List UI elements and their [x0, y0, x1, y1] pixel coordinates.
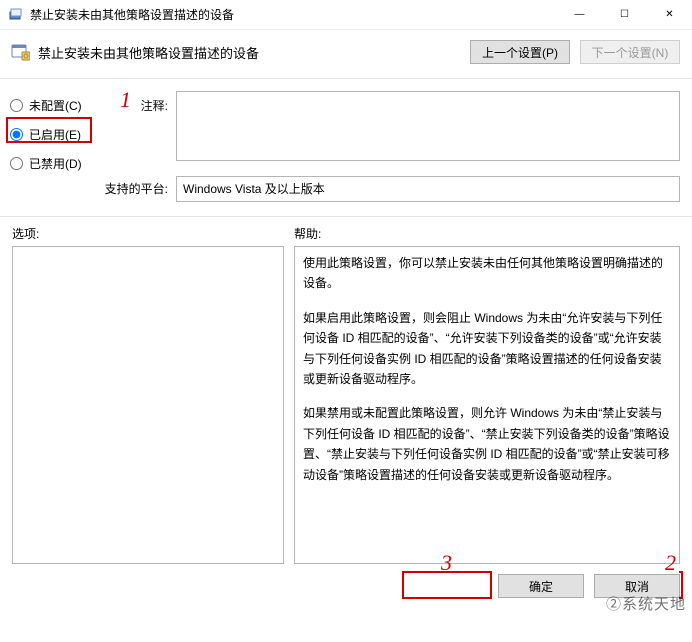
supported-platform-box: Windows Vista 及以上版本	[176, 176, 680, 202]
ok-button[interactable]: 确定	[498, 574, 584, 598]
radio-disabled[interactable]: 已禁用(D)	[10, 155, 100, 172]
comment-label-col: 注释:	[100, 91, 176, 172]
radio-not-configured-input[interactable]	[10, 99, 23, 112]
platform-row: 支持的平台: Windows Vista 及以上版本	[0, 174, 692, 208]
radio-not-configured[interactable]: 未配置(C)	[10, 97, 100, 114]
divider-2	[0, 216, 692, 217]
radio-disabled-input[interactable]	[10, 157, 23, 170]
maximize-button[interactable]: ☐	[602, 0, 647, 30]
options-label: 选项:	[12, 225, 294, 242]
radio-not-configured-label: 未配置(C)	[29, 97, 82, 114]
divider	[0, 78, 692, 79]
help-para: 如果启用此策略设置，则会阻止 Windows 为未由“允许安装与下列任何设备 I…	[303, 308, 671, 390]
radio-enabled-input[interactable]	[10, 128, 23, 141]
close-button[interactable]: ✕	[647, 0, 692, 30]
footer: 3 2 确定 取消	[0, 564, 692, 598]
comment-textarea[interactable]	[176, 91, 680, 161]
comment-label: 注释:	[100, 97, 168, 114]
panels: 使用此策略设置，你可以禁止安装未由任何其他策略设置明确描述的设备。 如果启用此策…	[0, 242, 692, 564]
options-panel[interactable]	[12, 246, 284, 564]
minimize-button[interactable]: —	[557, 0, 602, 30]
supported-label: 支持的平台:	[100, 176, 176, 197]
policy-icon	[10, 42, 30, 62]
help-para: 如果禁用或未配置此策略设置，则允许 Windows 为未由“禁止安装与下列任何设…	[303, 403, 671, 485]
panel-labels: 选项: 帮助:	[0, 225, 692, 242]
help-label: 帮助:	[294, 225, 321, 242]
annotation-box-3	[402, 571, 492, 599]
titlebar: 禁止安装未由其他策略设置描述的设备 — ☐ ✕	[0, 0, 692, 30]
app-icon	[8, 7, 24, 23]
prev-setting-button[interactable]: 上一个设置(P)	[470, 40, 570, 64]
radio-enabled[interactable]: 已启用(E)	[10, 126, 100, 143]
window-title: 禁止安装未由其他策略设置描述的设备	[30, 6, 557, 23]
header-row: 禁止安装未由其他策略设置描述的设备 上一个设置(P) 下一个设置(N)	[0, 30, 692, 70]
cancel-button[interactable]: 取消	[594, 574, 680, 598]
next-setting-button[interactable]: 下一个设置(N)	[580, 40, 680, 64]
help-para: 使用此策略设置，你可以禁止安装未由任何其他策略设置明确描述的设备。	[303, 253, 671, 294]
state-radios: 未配置(C) 已启用(E) 已禁用(D) 1	[10, 91, 100, 172]
supported-platform-text: Windows Vista 及以上版本	[183, 182, 325, 196]
nav-buttons: 上一个设置(P) 下一个设置(N)	[470, 40, 680, 64]
radio-enabled-label: 已启用(E)	[29, 126, 81, 143]
radio-disabled-label: 已禁用(D)	[29, 155, 82, 172]
config-row: 未配置(C) 已启用(E) 已禁用(D) 1 注释:	[0, 87, 692, 174]
help-panel[interactable]: 使用此策略设置，你可以禁止安装未由任何其他策略设置明确描述的设备。 如果启用此策…	[294, 246, 680, 564]
policy-name: 禁止安装未由其他策略设置描述的设备	[38, 43, 470, 62]
